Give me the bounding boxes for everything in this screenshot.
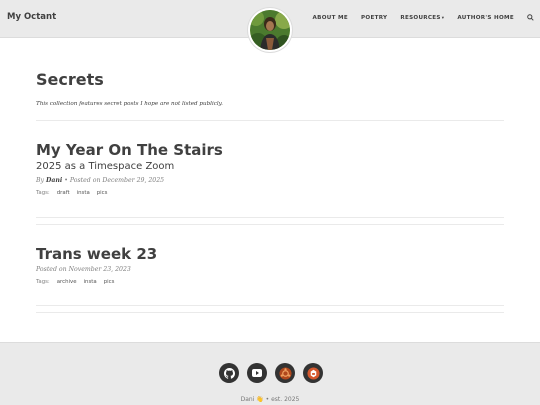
navbar: My Octant About Me Poetry Resources▾ Aut… (0, 0, 540, 52)
divider (36, 224, 504, 225)
tag-link[interactable]: pics (97, 190, 108, 196)
post-date: • Posted on December 29, 2025 (64, 177, 165, 184)
mastodon-icon[interactable] (303, 363, 323, 383)
nav-link-authors-home[interactable]: Author's Home (457, 15, 514, 21)
tag-link[interactable]: pics (104, 279, 115, 285)
post-preview: Trans week 23 Posted on November 23, 202… (36, 245, 504, 285)
tag-link[interactable]: draft (57, 190, 70, 196)
tag-link[interactable]: archive (57, 279, 77, 285)
site-brand[interactable]: My Octant (7, 12, 56, 22)
page-title: Secrets (36, 70, 104, 89)
post-preview: My Year On The Stairs 2025 as a Timespac… (36, 141, 504, 196)
post-title[interactable]: My Year On The Stairs (36, 141, 504, 159)
nav-link-poetry[interactable]: Poetry (361, 15, 387, 21)
post-subtitle[interactable]: 2025 as a Timespace Zoom (36, 160, 504, 174)
nav-link-resources[interactable]: Resources▾ (400, 15, 444, 21)
divider (36, 120, 504, 121)
post-meta-by: By (36, 177, 45, 184)
ubuntu-icon[interactable] (275, 363, 295, 383)
post-tags: Tags: archive insta pics (36, 279, 504, 285)
divider (36, 305, 504, 306)
tags-label: Tags: (36, 279, 50, 285)
avatar[interactable] (248, 8, 292, 52)
search-icon[interactable] (527, 14, 534, 21)
nav-links: About Me Poetry Resources▾ Author's Home (313, 14, 534, 21)
footer: Dani 👋 • est. 2025 (0, 342, 540, 405)
nav-link-about[interactable]: About Me (313, 15, 348, 21)
chevron-down-icon: ▾ (441, 15, 445, 21)
post-meta: By Dani • Posted on December 29, 2025 (36, 177, 504, 184)
avatar-image (250, 10, 290, 50)
post-meta: Posted on November 23, 2023 (36, 266, 504, 273)
post-author[interactable]: Dani (46, 177, 62, 184)
divider (36, 217, 504, 218)
github-icon[interactable] (219, 363, 239, 383)
nav-link-resources-label: Resources (400, 14, 441, 21)
post-title[interactable]: Trans week 23 (36, 245, 504, 263)
tag-link[interactable]: insta (84, 279, 97, 285)
youtube-icon[interactable] (247, 363, 267, 383)
page-description: This collection features secret posts I … (36, 101, 223, 107)
post-date: Posted on November 23, 2023 (36, 266, 131, 273)
tag-link[interactable]: insta (77, 190, 90, 196)
footer-text: Dani 👋 • est. 2025 (240, 396, 300, 403)
post-tags: Tags: draft insta pics (36, 190, 504, 196)
social-links (219, 363, 323, 383)
tags-label: Tags: (36, 190, 50, 196)
divider (36, 312, 504, 313)
